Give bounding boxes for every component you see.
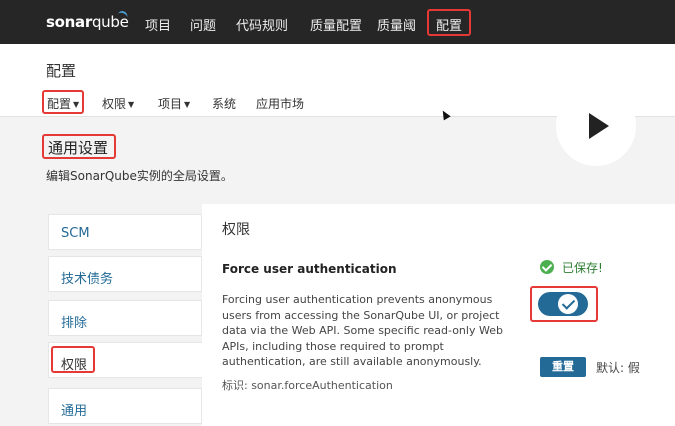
highlight-box-admin xyxy=(427,9,471,36)
saved-status: 已保存! xyxy=(562,261,603,275)
highlight-box-security xyxy=(51,346,95,373)
section-description: 编辑SonarQube实例的全局设置。 xyxy=(46,169,233,183)
page-title: 配置 xyxy=(46,62,77,80)
play-icon xyxy=(589,113,609,139)
setting-name: Force user authentication xyxy=(222,262,397,276)
sidebar-item-scm[interactable]: SCM xyxy=(48,214,202,250)
subnav-marketplace[interactable]: 应用市场 xyxy=(256,95,304,112)
panel-title: 权限 xyxy=(222,222,250,238)
nav-quality-profiles[interactable]: 质量配置 xyxy=(310,15,362,34)
reset-button[interactable]: 重置 xyxy=(540,357,586,377)
caret-down-icon: ▼ xyxy=(128,100,135,109)
subnav-projects[interactable]: 项目 ▼ xyxy=(158,95,190,112)
nav-projects[interactable]: 项目 xyxy=(145,15,171,34)
highlight-box-section-title xyxy=(42,134,116,159)
default-value: 默认: 假 xyxy=(596,361,640,375)
highlight-box-toggle xyxy=(530,286,598,322)
nav-rules[interactable]: 代码规则 xyxy=(236,15,288,34)
caret-down-icon: ▼ xyxy=(184,100,191,109)
check-circle-icon xyxy=(540,260,554,274)
sidebar-item-technical-debt[interactable]: 技术债务 xyxy=(48,256,202,292)
subnav-security[interactable]: 权限 ▼ xyxy=(102,95,134,112)
nav-quality-gates[interactable]: 质量阈 xyxy=(377,15,416,34)
setting-description: Forcing user authentication prevents ano… xyxy=(222,293,503,368)
highlight-box-configuration xyxy=(42,90,84,114)
sidebar-item-exclusions[interactable]: 排除 xyxy=(48,300,202,336)
setting-key: 标识: sonar.forceAuthentication xyxy=(222,379,393,392)
nav-issues[interactable]: 问题 xyxy=(190,15,216,34)
sidebar-item-general[interactable]: 通用 xyxy=(48,388,202,424)
subnav-system[interactable]: 系统 xyxy=(212,95,236,112)
